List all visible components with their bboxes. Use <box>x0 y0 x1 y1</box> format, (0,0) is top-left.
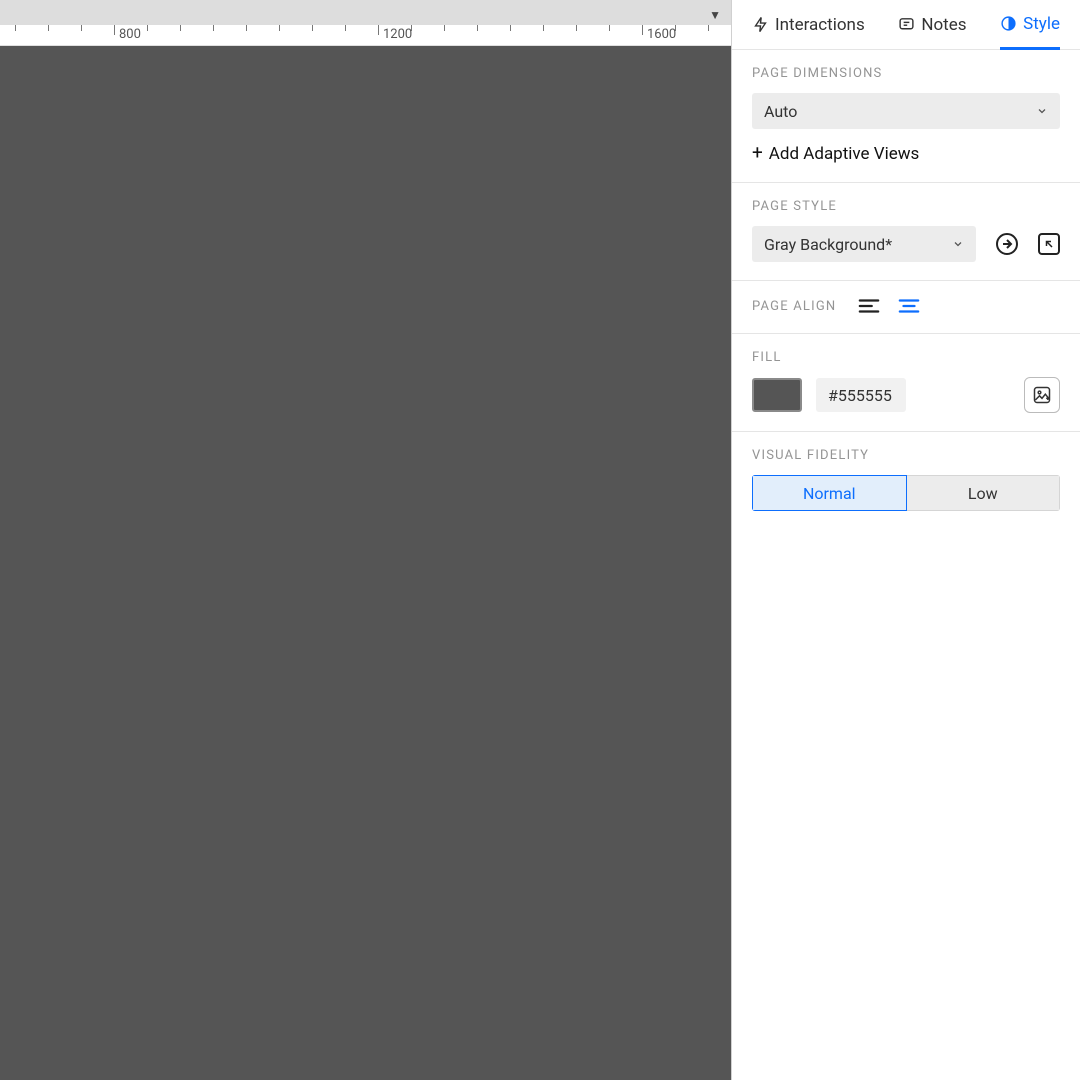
page-style-select[interactable]: Gray Background* <box>752 226 976 262</box>
section-label: Visual Fidelity <box>752 448 1060 463</box>
section-label: Fill <box>752 350 1060 365</box>
section-page-align: Page Align <box>732 281 1080 334</box>
fidelity-low-button[interactable]: Low <box>907 475 1061 511</box>
select-value: Gray Background* <box>764 235 892 254</box>
fill-hex-value: #555555 <box>828 386 892 405</box>
tab-label: Style <box>1023 14 1060 34</box>
fidelity-normal-button[interactable]: Normal <box>752 475 907 511</box>
ruler-mark: 1600 <box>647 27 676 42</box>
style-icon <box>1000 15 1017 32</box>
canvas-area: ▼ 800 1200 1600 <box>0 0 731 1080</box>
fill-color-swatch[interactable] <box>752 378 802 412</box>
create-style-button[interactable] <box>1038 233 1060 255</box>
arrow-in-circle-icon <box>995 232 1019 256</box>
align-center-icon <box>898 297 920 315</box>
note-icon <box>898 16 915 33</box>
visual-fidelity-toggle: Normal Low <box>752 475 1060 511</box>
select-value: Auto <box>764 102 797 121</box>
fill-hex-input[interactable]: #555555 <box>816 378 906 412</box>
align-left-icon <box>858 297 880 315</box>
chevron-down-icon <box>1036 102 1048 121</box>
tab-label: Interactions <box>775 15 865 35</box>
section-page-dimensions: Page Dimensions Auto + Add Adaptive View… <box>732 50 1080 183</box>
ruler-mark: 1200 <box>383 27 412 42</box>
arrow-up-left-icon <box>1043 238 1055 250</box>
add-adaptive-label: Add Adaptive Views <box>769 144 920 164</box>
seg-label: Low <box>968 484 998 503</box>
align-center-button[interactable] <box>898 297 920 315</box>
fill-image-button[interactable] <box>1024 377 1060 413</box>
canvas[interactable] <box>0 46 731 1080</box>
section-label: Page Dimensions <box>752 66 1060 81</box>
inspector-panel: Interactions Notes Style Page Dimensions… <box>731 0 1080 1080</box>
image-plus-icon <box>1032 385 1052 405</box>
tab-notes[interactable]: Notes <box>898 0 966 50</box>
dimensions-select[interactable]: Auto <box>752 93 1060 129</box>
section-label: Page Align <box>752 299 836 314</box>
lightning-icon <box>752 16 769 33</box>
update-style-button[interactable] <box>994 231 1020 257</box>
section-visual-fidelity: Visual Fidelity Normal Low <box>732 432 1080 529</box>
inspector-tabs: Interactions Notes Style <box>732 0 1080 50</box>
align-left-button[interactable] <box>858 297 880 315</box>
ruler-horizontal[interactable]: 800 1200 1600 <box>0 25 731 46</box>
chevron-down-icon <box>952 235 964 254</box>
ruler-mark: 800 <box>119 27 141 42</box>
add-adaptive-views-button[interactable]: + Add Adaptive Views <box>752 143 1060 164</box>
section-fill: Fill #555555 <box>732 334 1080 432</box>
tab-interactions[interactable]: Interactions <box>752 0 865 50</box>
plus-icon: + <box>752 141 763 164</box>
section-label: Page Style <box>752 199 1060 214</box>
section-page-style: Page Style Gray Background* <box>732 183 1080 281</box>
chevron-down-icon[interactable]: ▼ <box>709 9 721 21</box>
seg-label: Normal <box>803 484 856 503</box>
tab-label: Notes <box>921 15 966 35</box>
toolbar-strip: ▼ <box>0 0 731 25</box>
tab-style[interactable]: Style <box>1000 0 1060 50</box>
